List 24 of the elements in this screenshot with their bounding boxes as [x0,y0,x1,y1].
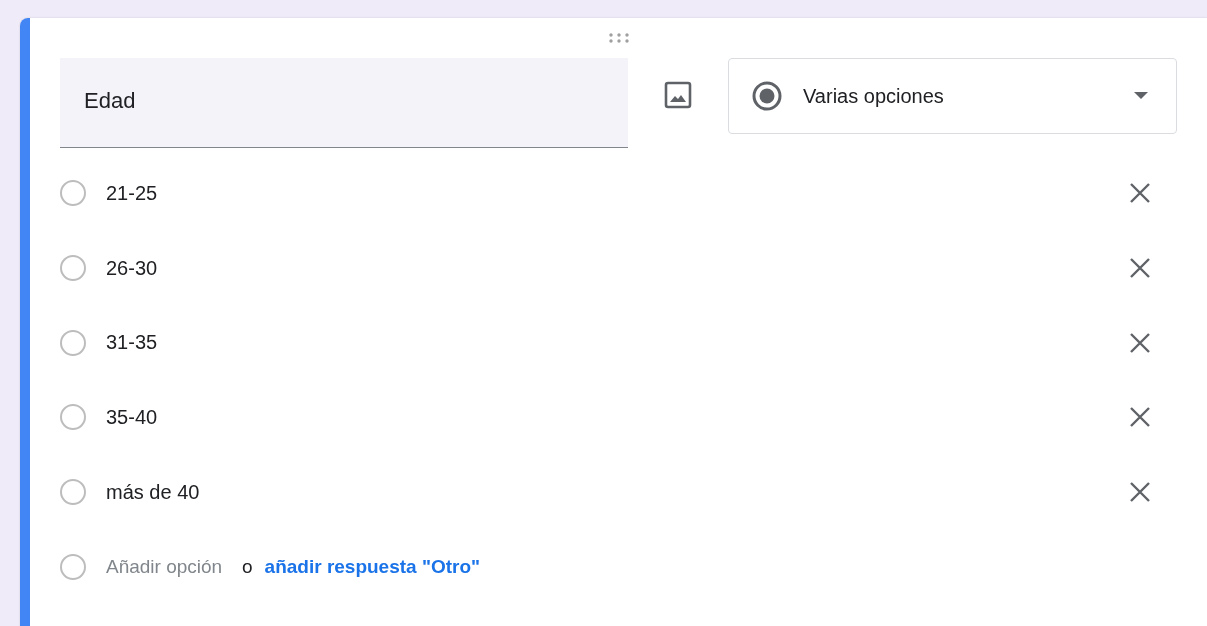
close-icon[interactable] [1129,406,1151,429]
close-icon[interactable] [1129,331,1151,354]
image-icon[interactable] [664,81,692,109]
option-label[interactable]: 31-35 [106,331,1129,355]
radio-button[interactable] [60,479,86,506]
question-type-dropdown[interactable]: Varias opciones [728,58,1177,134]
radio-button[interactable] [60,404,86,431]
separator-text: o [242,555,253,578]
question-title-field[interactable]: Edad [60,58,628,148]
radio-button[interactable] [60,180,86,207]
radio-button[interactable] [60,329,86,356]
option-label[interactable]: más de 40 [106,480,1129,504]
close-icon[interactable] [1129,182,1151,205]
option-label[interactable]: 21-25 [106,181,1129,205]
option-label[interactable]: 26-30 [106,256,1129,280]
caret-icon [1134,92,1148,100]
add-other-link[interactable]: añadir respuesta "Otro" [264,555,481,578]
close-icon[interactable] [1129,481,1151,504]
question-type-label: Varias opciones [803,84,945,108]
option-label[interactable]: 35-40 [106,405,1129,429]
radio-button[interactable] [60,255,86,282]
close-icon[interactable] [1129,257,1151,280]
radio-icon [751,80,783,112]
drag-handle-icon[interactable] [608,32,632,44]
